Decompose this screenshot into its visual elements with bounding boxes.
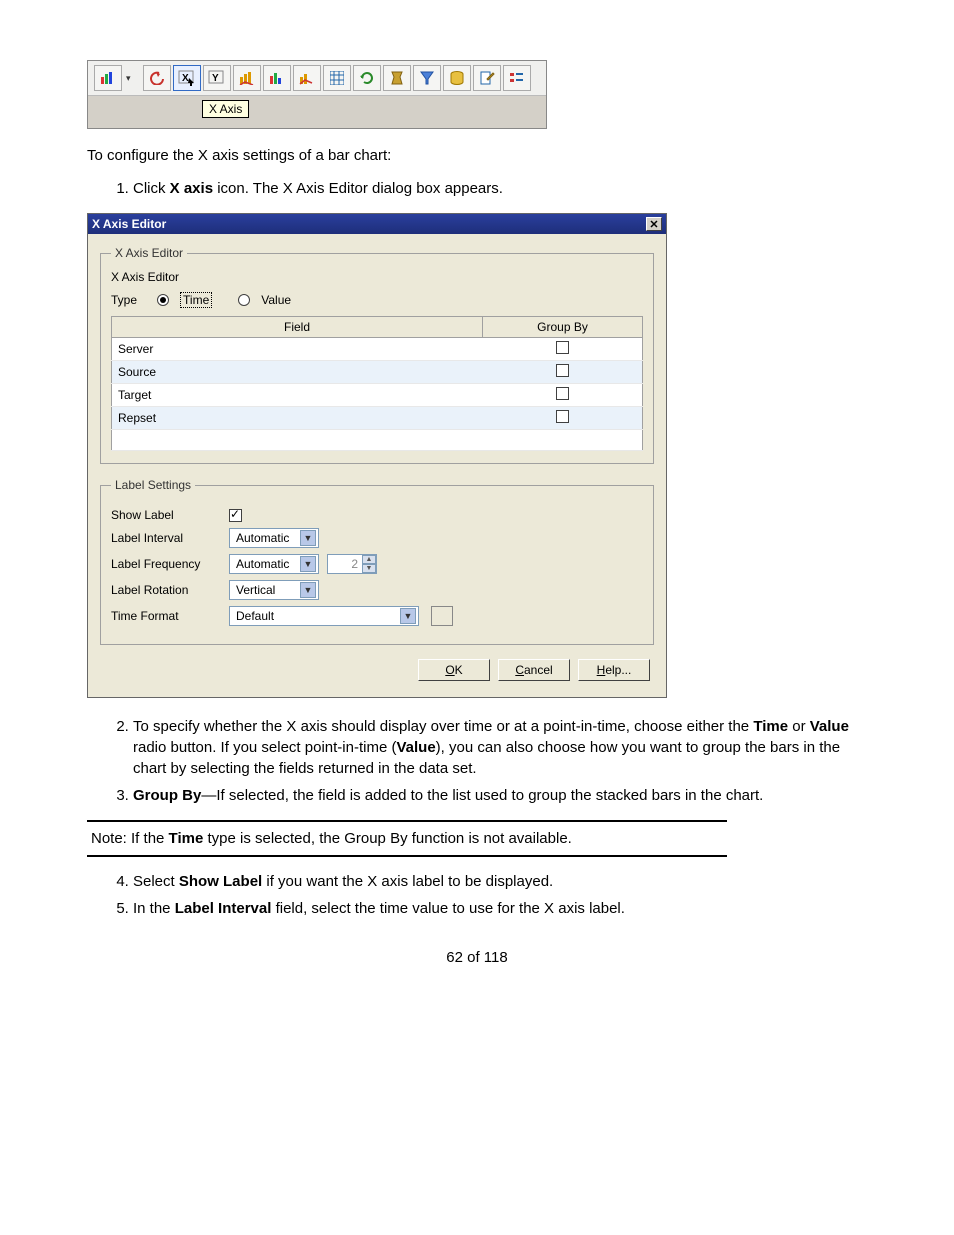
time-format-apply-button[interactable] [431, 606, 453, 626]
svg-text:Y: Y [212, 73, 219, 84]
table-row-empty [112, 430, 643, 451]
refresh-button[interactable] [353, 65, 381, 91]
edit-button[interactable] [473, 65, 501, 91]
database-button[interactable] [443, 65, 471, 91]
spin-up-icon[interactable]: ▲ [362, 555, 376, 564]
note-block: Note: If the Time type is selected, the … [87, 820, 727, 857]
time-format-select[interactable]: Default ▼ [229, 606, 419, 626]
legend-button[interactable] [503, 65, 531, 91]
col-field: Field [112, 317, 483, 338]
label-frequency-select[interactable]: Automatic ▼ [229, 554, 319, 574]
intro-text: To configure the X axis settings of a ba… [87, 147, 867, 164]
chevron-down-icon: ▼ [300, 530, 316, 546]
label-frequency-label: Label Frequency [111, 557, 221, 571]
time-button[interactable] [383, 65, 411, 91]
cancel-button[interactable]: Cancel [498, 659, 570, 681]
label-rotation-select[interactable]: Vertical ▼ [229, 580, 319, 600]
radio-time[interactable] [157, 294, 169, 306]
y-axis-button[interactable]: Y [203, 65, 231, 91]
filter-button[interactable] [413, 65, 441, 91]
step-4: Select Show Label if you want the X axis… [133, 871, 867, 892]
x-axis-editor-group: X Axis Editor X Axis Editor Type Time Va… [100, 246, 654, 464]
label-interval-label: Label Interval [111, 531, 221, 545]
subtitle: X Axis Editor [111, 270, 643, 284]
ok-button[interactable]: OK [418, 659, 490, 681]
group1-legend: X Axis Editor [111, 246, 187, 260]
type-label: Type [111, 293, 137, 307]
groupby-checkbox[interactable] [556, 341, 569, 354]
radio-time-label[interactable]: Time [180, 292, 212, 308]
page-footer: 62 of 118 [87, 949, 867, 966]
chevron-down-icon: ▼ [300, 582, 316, 598]
step-3: Group By—If selected, the field is added… [133, 785, 867, 806]
colors-button[interactable] [263, 65, 291, 91]
col-groupby: Group By [483, 317, 643, 338]
toolbar-row: ▾ X Y [88, 61, 546, 96]
dropdown-arrow-icon[interactable]: ▾ [124, 73, 133, 84]
close-icon[interactable]: ✕ [646, 217, 662, 231]
groupby-checkbox[interactable] [556, 387, 569, 400]
dialog-title: X Axis Editor [92, 217, 166, 231]
table-row: Source [112, 361, 643, 384]
svg-text:X: X [182, 73, 189, 84]
data-button[interactable] [233, 65, 261, 91]
toolbar-figure: ▾ X Y [87, 60, 547, 129]
show-label-checkbox[interactable] [229, 509, 242, 522]
groupby-checkbox[interactable] [556, 410, 569, 423]
label-settings-group: Label Settings Show Label Label Interval… [100, 478, 654, 645]
spin-down-icon[interactable]: ▼ [362, 564, 376, 573]
x-axis-editor-dialog: X Axis Editor ✕ X Axis Editor X Axis Edi… [87, 213, 667, 698]
help-button[interactable]: Help... [578, 659, 650, 681]
show-label-label: Show Label [111, 508, 221, 522]
step-5: In the Label Interval field, select the … [133, 898, 867, 919]
label-rotation-label: Label Rotation [111, 583, 221, 597]
series-button[interactable] [293, 65, 321, 91]
chevron-down-icon: ▼ [300, 556, 316, 572]
radio-value[interactable] [238, 294, 250, 306]
label-frequency-spinner[interactable]: 2 ▲ ▼ [327, 554, 377, 574]
table-row: Target [112, 384, 643, 407]
time-format-label: Time Format [111, 609, 221, 623]
chart-type-button[interactable] [94, 65, 122, 91]
field-table: Field Group By Server Source [111, 316, 643, 451]
label-interval-select[interactable]: Automatic ▼ [229, 528, 319, 548]
radio-value-label[interactable]: Value [261, 293, 291, 307]
groupby-checkbox[interactable] [556, 364, 569, 377]
undo-button[interactable] [143, 65, 171, 91]
tooltip-xaxis: X Axis [202, 100, 249, 118]
chevron-down-icon: ▼ [400, 608, 416, 624]
group2-legend: Label Settings [111, 478, 195, 492]
step-1: Click X axis icon. The X Axis Editor dia… [133, 178, 867, 199]
table-row: Server [112, 338, 643, 361]
grid-button[interactable] [323, 65, 351, 91]
step-2: To specify whether the X axis should dis… [133, 716, 867, 779]
table-row: Repset [112, 407, 643, 430]
x-axis-button[interactable]: X [173, 65, 201, 91]
dialog-titlebar: X Axis Editor ✕ [88, 214, 666, 234]
